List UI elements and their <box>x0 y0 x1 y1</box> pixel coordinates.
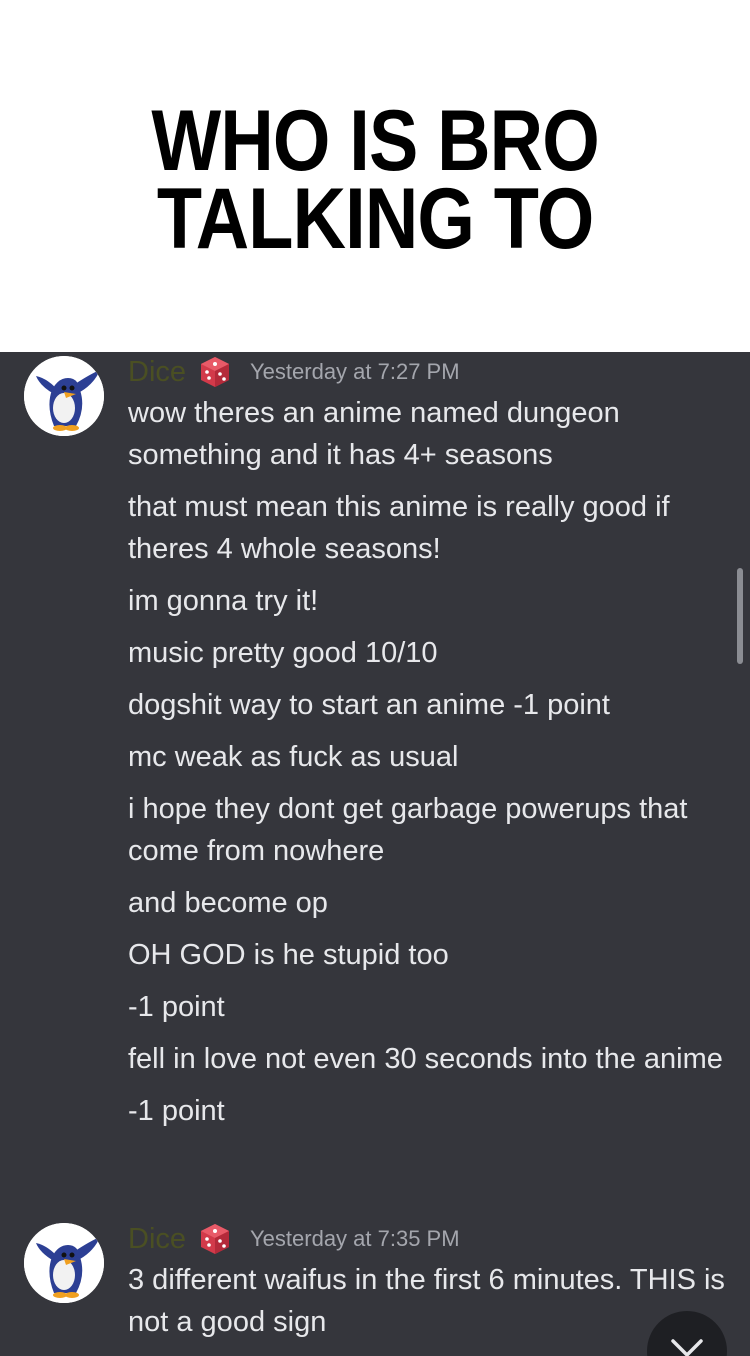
username[interactable]: Dice <box>128 356 186 389</box>
message-line: music pretty good 10/10 <box>128 637 438 669</box>
message-header: Dice Yesterday at 7:27 PM <box>128 354 460 390</box>
message-line: -1 point <box>128 991 225 1023</box>
message-line: 3 different waifus in the first 6 minute… <box>128 1264 725 1338</box>
caption-line-1: WHO IS BRO <box>151 93 599 189</box>
message-header: Dice Yesterday at 7:35 PM <box>128 1221 460 1257</box>
scrollbar[interactable] <box>737 568 743 664</box>
message-line: mc weak as fuck as usual <box>128 741 459 773</box>
message-line: that must mean this anime is really good… <box>128 491 670 565</box>
timestamp: Yesterday at 7:35 PM <box>250 1226 460 1251</box>
message-lines: 3 different waifus in the first 6 minute… <box>128 1259 728 1353</box>
avatar[interactable] <box>24 1223 104 1303</box>
message-line: wow theres an anime named dungeon someth… <box>128 397 620 471</box>
message-line: i hope they dont get garbage powerups th… <box>128 793 688 867</box>
dice-icon <box>198 1222 232 1256</box>
message-line: fell in love not even 30 seconds into th… <box>128 1043 723 1075</box>
message-line: and become op <box>128 887 328 919</box>
chat-view[interactable]: Dice Yesterday at 7:27 PM wow theres an … <box>0 352 750 1356</box>
meme-caption: WHO IS BRO TALKING TO <box>0 0 750 352</box>
penguin-avatar-icon <box>24 356 104 436</box>
message-line: im gonna try it! <box>128 585 319 617</box>
message-line: OH GOD is he stupid too <box>128 939 449 971</box>
message-line: -1 point <box>128 1095 225 1127</box>
message-lines: wow theres an anime named dungeon someth… <box>128 392 728 1142</box>
penguin-avatar-icon <box>24 1223 104 1303</box>
timestamp: Yesterday at 7:27 PM <box>250 359 460 384</box>
username[interactable]: Dice <box>128 1223 186 1256</box>
caption-title: WHO IS BRO TALKING TO <box>151 93 599 267</box>
caption-line-2: TALKING TO <box>156 171 594 267</box>
avatar[interactable] <box>24 356 104 436</box>
dice-icon <box>198 355 232 389</box>
message-line: dogshit way to start an anime -1 point <box>128 689 610 721</box>
chevron-down-icon <box>671 1339 703 1356</box>
